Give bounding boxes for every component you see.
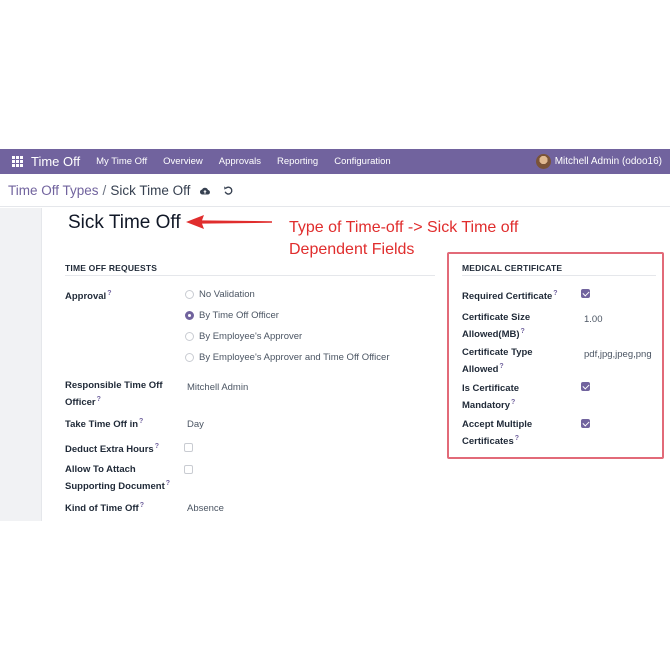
label-line: Deduct Extra Hours: [65, 444, 154, 456]
user-menu[interactable]: Mitchell Admin (odoo16): [535, 149, 662, 174]
menu-approvals[interactable]: Approvals: [219, 156, 261, 167]
help-tooltip-icon[interactable]: ?: [140, 502, 144, 509]
annotation-arrow: [186, 215, 272, 229]
radio-button-selected[interactable]: [185, 311, 194, 320]
radio-button[interactable]: [185, 353, 194, 362]
responsible-officer-label: Responsible Time Off Officer?: [65, 379, 162, 410]
annotation-highlight-box: [447, 252, 664, 459]
annotation-text-line2: Dependent Fields: [289, 241, 415, 258]
help-tooltip-icon[interactable]: ?: [166, 480, 170, 487]
breadcrumb: Time Off Types / Sick Time Off: [8, 183, 190, 198]
page: Time Off My Time Off Overview Approvals …: [0, 0, 670, 670]
breadcrumb-parent-link[interactable]: Time Off Types: [8, 183, 99, 198]
help-tooltip-icon[interactable]: ?: [139, 418, 143, 425]
menu-configuration[interactable]: Configuration: [334, 156, 391, 167]
cloud-upload-icon[interactable]: [199, 185, 211, 197]
menu-my-time-off[interactable]: My Time Off: [96, 156, 147, 167]
section-title-time-off-requests: TIME OFF REQUESTS: [65, 263, 158, 273]
control-panel: Time Off Types / Sick Time Off: [0, 175, 670, 207]
section-divider: [65, 275, 435, 276]
help-tooltip-icon[interactable]: ?: [155, 443, 159, 450]
breadcrumb-current: Sick Time Off: [110, 183, 191, 198]
label-line: Supporting Document: [65, 481, 165, 493]
record-title[interactable]: Sick Time Off: [68, 212, 181, 234]
allow-attach-checkbox[interactable]: [184, 465, 193, 474]
allow-attach-label: Allow To Attach Supporting Document?: [65, 463, 170, 494]
radio-label: No Validation: [199, 289, 255, 300]
help-tooltip-icon[interactable]: ?: [107, 290, 111, 297]
label-line: Kind of Time Off: [65, 503, 139, 515]
menu-reporting[interactable]: Reporting: [277, 156, 318, 167]
label-line: Take Time Off in: [65, 419, 139, 431]
take-time-off-in-field[interactable]: Day: [187, 418, 204, 431]
deduct-extra-hours-label: Deduct Extra Hours?: [65, 440, 159, 457]
deduct-extra-hours-checkbox[interactable]: [184, 443, 193, 452]
approval-option-by-approver[interactable]: By Employee's Approver: [185, 331, 302, 342]
approval-option-by-approver-and-officer[interactable]: By Employee's Approver and Time Off Offi…: [185, 352, 390, 363]
radio-button[interactable]: [185, 332, 194, 341]
breadcrumb-separator: /: [102, 183, 107, 198]
undo-icon[interactable]: [223, 185, 234, 196]
approval-option-no-validation[interactable]: No Validation: [185, 289, 255, 300]
label-line: Allow To Attach: [65, 464, 136, 475]
radio-label: By Employee's Approver and Time Off Offi…: [199, 352, 390, 363]
label-line: Officer: [65, 397, 96, 409]
kind-of-time-off-field[interactable]: Absence: [187, 502, 224, 515]
radio-label: By Time Off Officer: [199, 310, 279, 321]
responsible-officer-field[interactable]: Mitchell Admin: [187, 381, 248, 394]
approval-label-text: Approval: [65, 291, 107, 303]
radio-button[interactable]: [185, 290, 194, 299]
approval-label: Approval?: [65, 287, 111, 304]
take-time-off-in-label: Take Time Off in?: [65, 415, 143, 432]
top-navbar: Time Off My Time Off Overview Approvals …: [0, 149, 670, 174]
form-left-gutter: [0, 208, 42, 521]
help-tooltip-icon[interactable]: ?: [97, 396, 101, 403]
apps-grid-icon[interactable]: [6, 149, 28, 174]
avatar[interactable]: [535, 154, 551, 169]
kind-of-time-off-label: Kind of Time Off?: [65, 499, 144, 516]
annotation-text-line1: Type of Time-off -> Sick Time off: [289, 219, 519, 236]
menu-overview[interactable]: Overview: [163, 156, 203, 167]
approval-option-by-officer[interactable]: By Time Off Officer: [185, 310, 279, 321]
app-name[interactable]: Time Off: [31, 154, 80, 169]
label-line: Responsible Time Off: [65, 380, 163, 391]
user-name[interactable]: Mitchell Admin (odoo16): [555, 156, 662, 167]
radio-label: By Employee's Approver: [199, 331, 303, 342]
